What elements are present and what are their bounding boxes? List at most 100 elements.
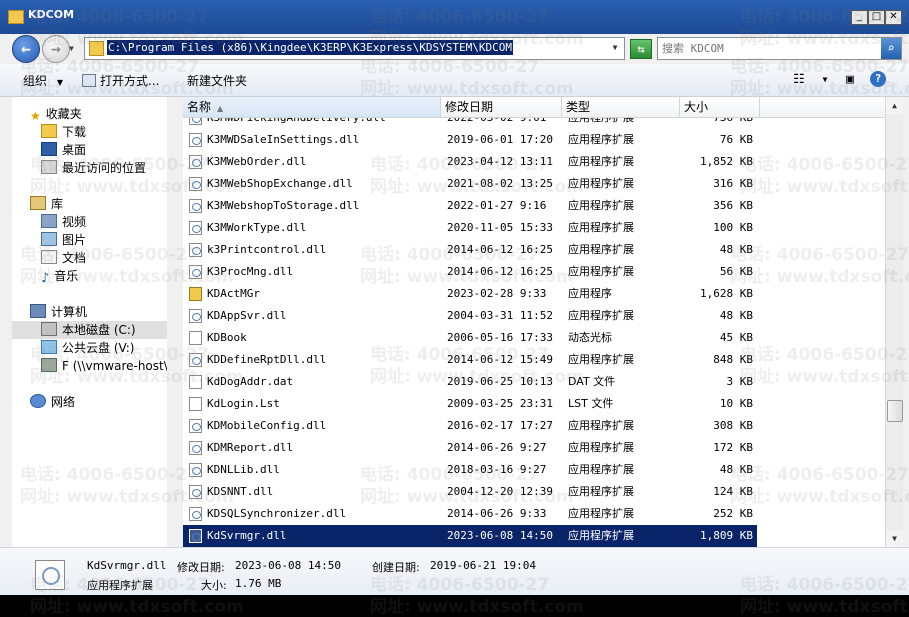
nav-desktop[interactable]: 桌面 — [41, 141, 86, 159]
organize-menu[interactable]: 组织 ▼ — [23, 72, 63, 89]
file-row[interactable]: KdDogAddr.dat 2019-06-25 10:13 DAT 文件 3 KB — [183, 371, 757, 393]
file-size: 252 KB — [713, 507, 753, 520]
nav-cloud-disk-v[interactable]: 公共云盘 (V:) — [41, 339, 134, 357]
file-name: k3Printcontrol.dll — [207, 243, 327, 256]
new-folder-button[interactable]: 新建文件夹 — [187, 72, 247, 89]
minimize-button[interactable]: _ — [851, 10, 868, 25]
file-row[interactable]: KDAppSvr.dll 2004-03-31 11:52 应用程序扩展 48 KB — [183, 305, 757, 327]
file-type: 应用程序扩展 — [568, 118, 634, 129]
nav-recent-places[interactable]: 最近访问的位置 — [41, 159, 146, 177]
application-icon — [189, 287, 202, 301]
search-icon[interactable]: ⌕ — [881, 38, 901, 59]
nav-favorites[interactable]: ★ 收藏夹 — [30, 105, 82, 123]
file-row[interactable]: K3ProcMng.dll 2014-06-12 16:25 应用程序扩展 56 KB — [183, 261, 757, 283]
search-input[interactable] — [662, 38, 872, 59]
back-button[interactable]: ← — [12, 35, 40, 63]
watermark-text: 网址: www.tdxsoft.com — [370, 597, 584, 617]
scroll-down-icon[interactable]: ▼ — [886, 530, 903, 547]
file-row[interactable]: KDActMGr 2023-02-28 9:33 应用程序 1,628 KB — [183, 283, 757, 305]
file-name: KDSNNT.dll — [207, 485, 274, 498]
pane-splitter[interactable] — [167, 97, 183, 547]
file-date: 2006-05-16 17:33 — [447, 331, 553, 344]
nav-label: F (\\vmware-host\S — [62, 359, 167, 373]
nav-downloads[interactable]: 下载 — [41, 123, 86, 141]
file-row[interactable]: KDDefineRptDll.dll 2014-06-12 15:49 应用程序扩展… — [183, 349, 757, 371]
chevron-down-icon[interactable]: ▼ — [816, 71, 834, 89]
scroll-up-icon[interactable]: ▲ — [886, 97, 903, 114]
file-row[interactable]: KDSNNT.dll 2004-12-20 12:39 应用程序扩展 124 KB — [183, 481, 757, 503]
scroll-thumb[interactable] — [887, 400, 903, 422]
vertical-scrollbar[interactable]: ▲ ▼ — [885, 97, 903, 547]
address-bar[interactable]: C:\Program Files (x86)\Kingdee\K3ERP\K3E… — [84, 37, 625, 60]
file-row[interactable]: K3MWDPickingAndDelivery.dll 2022-03-02 9:… — [183, 118, 757, 129]
window-title: KDCOM — [28, 8, 75, 21]
file-date: 2014-06-12 15:49 — [447, 353, 553, 366]
column-date[interactable]: 修改日期 — [441, 97, 562, 117]
details-size-label: 大小: — [201, 579, 227, 592]
nav-label: 文档 — [62, 251, 87, 265]
file-row[interactable]: KDMReport.dll 2014-06-26 9:27 应用程序扩展 172 KB — [183, 437, 757, 459]
file-type: 应用程序 — [568, 287, 612, 300]
nav-label: 音乐 — [54, 269, 79, 283]
watermark-text: 网址: www.tdxsoft.com — [30, 597, 244, 617]
file-row[interactable]: KDBook 2006-05-16 17:33 动态光标 45 KB — [183, 327, 757, 349]
nav-pictures[interactable]: 图片 — [41, 231, 86, 249]
file-type: LST 文件 — [568, 397, 614, 410]
file-size: 48 KB — [719, 243, 753, 256]
nav-label: 最近访问的位置 — [62, 161, 147, 175]
file-row[interactable]: K3MWebshopToStorage.dll 2022-01-27 9:16 应用… — [183, 195, 757, 217]
nav-computer[interactable]: 计算机 — [30, 303, 87, 321]
file-date: 2023-02-28 9:33 — [447, 287, 547, 300]
file-row[interactable]: KdSvrmgr.dll 2023-06-08 14:50 应用程序扩展 1,809 … — [183, 525, 757, 547]
refresh-button[interactable]: ⇆ — [630, 39, 652, 59]
file-row[interactable]: K3MWorkType.dll 2020-11-05 15:33 应用程序扩展 100… — [183, 217, 757, 239]
details-size: 1.76 MB — [235, 577, 282, 590]
file-name: KdLogin.Lst — [207, 397, 280, 410]
file-type: 应用程序扩展 — [568, 309, 634, 322]
column-size[interactable]: 大小 — [680, 97, 760, 117]
nav-label: 计算机 — [51, 305, 88, 319]
column-name[interactable]: 名称 ▲ — [183, 97, 441, 117]
dll-file-icon — [189, 485, 202, 499]
column-type[interactable]: 类型 — [562, 97, 680, 117]
nav-label: 收藏夹 — [45, 107, 82, 121]
nav-libraries[interactable]: 库 — [30, 195, 63, 213]
file-row[interactable]: KDMobileConfig.dll 2016-02-17 17:27 应用程序扩展… — [183, 415, 757, 437]
file-size: 48 KB — [719, 309, 753, 322]
nav-network-drive-f[interactable]: F (\\vmware-host\S — [41, 357, 167, 375]
nav-videos[interactable]: 视频 — [41, 213, 86, 231]
nav-music[interactable]: ♪ 音乐 — [41, 267, 79, 286]
search-box[interactable]: ⌕ — [657, 37, 902, 60]
maximize-button[interactable]: □ — [868, 10, 885, 25]
preview-pane-icon[interactable]: ▣ — [841, 71, 859, 89]
sort-ascending-icon: ▲ — [217, 104, 224, 113]
file-size: 10 KB — [719, 397, 753, 410]
title-bar[interactable]: KDCOM _ □ ✕ — [0, 0, 909, 34]
nav-network[interactable]: 网络 — [30, 393, 75, 411]
file-row[interactable]: KDSQLSynchronizer.dll 2014-06-26 9:33 应用程序… — [183, 503, 757, 525]
file-row[interactable]: KdLogin.Lst 2009-03-25 23:31 LST 文件 10 KB — [183, 393, 757, 415]
forward-button[interactable]: → — [42, 35, 70, 63]
file-name: KDSQLSynchronizer.dll — [207, 507, 347, 520]
help-icon[interactable]: ? — [870, 71, 886, 87]
dll-file-icon — [189, 243, 202, 257]
file-type: 动态光标 — [568, 331, 612, 344]
command-bar: 组织 ▼ 打开方式... 新建文件夹 ☷ ▼ ▣ ? — [0, 64, 909, 97]
cloud-disk-icon — [41, 340, 57, 354]
close-button[interactable]: ✕ — [885, 10, 902, 25]
file-row[interactable]: K3MWDSaleInSettings.dll 2019-06-01 17:20 应… — [183, 129, 757, 151]
file-row[interactable]: K3MWebShopExchange.dll 2021-08-02 13:25 应用… — [183, 173, 757, 195]
nav-local-disk-c[interactable]: 本地磁盘 (C:) — [12, 321, 167, 339]
explorer-window: KDCOM _ □ ✕ ← → ▼ C:\Program Files (x86)… — [0, 0, 909, 617]
file-row[interactable]: K3MWebOrder.dll 2023-04-12 13:11 应用程序扩展 1,8… — [183, 151, 757, 173]
open-with-button[interactable]: 打开方式... — [82, 72, 159, 89]
nav-documents[interactable]: 文档 — [41, 249, 86, 267]
file-row[interactable]: KDNLLib.dll 2018-03-16 9:27 应用程序扩展 48 KB — [183, 459, 757, 481]
recent-pages-dropdown-icon[interactable]: ▼ — [69, 44, 74, 53]
file-row[interactable]: k3Printcontrol.dll 2014-06-12 16:25 应用程序扩展… — [183, 239, 757, 261]
chevron-down-icon[interactable]: ▼ — [608, 40, 622, 55]
view-options-icon[interactable]: ☷ — [790, 71, 808, 89]
address-path[interactable]: C:\Program Files (x86)\Kingdee\K3ERP\K3E… — [107, 40, 513, 55]
file-name: K3MWebOrder.dll — [207, 155, 307, 168]
file-size: 45 KB — [719, 331, 753, 344]
